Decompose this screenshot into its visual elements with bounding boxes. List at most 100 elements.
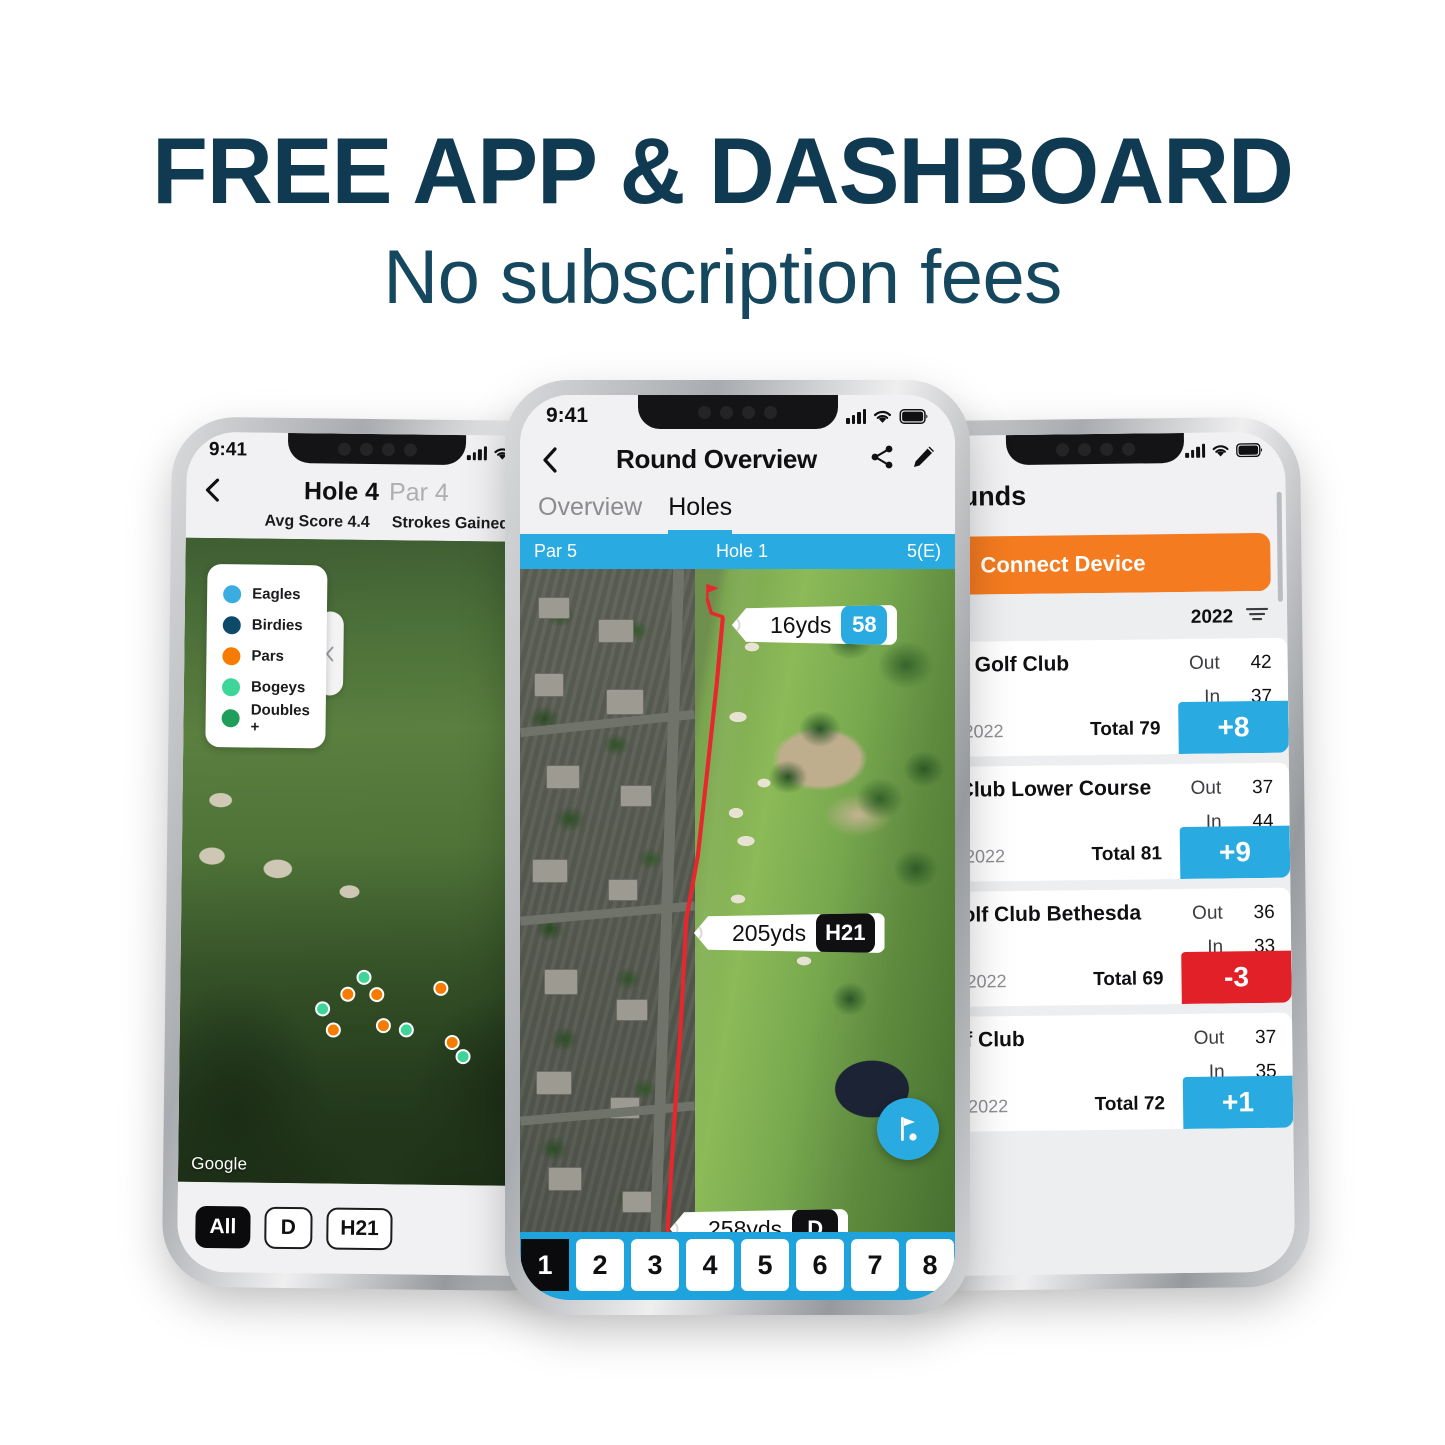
shot-dot[interactable] [433,980,449,996]
score-legend: Eagles Birdies Pars Bogeys Doubles + [205,563,328,749]
out-value: 37 [1251,776,1274,799]
notch-sensor-dot [1077,442,1091,456]
legend-item: Doubles + [221,701,311,736]
legend-item: Birdies [222,609,311,641]
notch-sensor-dot [1121,442,1135,456]
wifi-icon [1211,443,1230,457]
out-value: 36 [1253,901,1275,924]
out-label: Out [1193,1027,1225,1049]
club-badge: H21 [816,913,875,953]
round-total: Total 69 [1093,968,1164,991]
notch-sensor-dot [742,405,755,419]
shot-dot[interactable] [315,1001,331,1017]
shot-dot[interactable] [325,1022,341,1038]
notch [287,432,467,466]
club-filter-chip[interactable]: D [264,1206,313,1250]
round-stat: Out 37 [1194,1027,1277,1050]
club-filter-chip[interactable]: H21 [326,1207,394,1251]
hole-selector-strip: 12345678 [520,1232,955,1300]
shot-label[interactable]: 205yds H21 [694,913,885,953]
legend-item-label: Bogeys [250,678,306,697]
round-score-badge: +9 [1179,825,1291,880]
round-stat: Out 36 [1192,902,1275,925]
golf-flag-fab-button[interactable] [877,1098,939,1160]
hole-satellite-map[interactable]: 16yds 58 205yds H21 258yds D [520,569,955,1232]
notch-sensor-dot [1055,442,1069,457]
phone-center-round-overview: 9:41 Round Overview Overview Holes Par 5… [505,380,970,1315]
headline-block: FREE APP & DASHBOARD No subscription fee… [0,124,1445,316]
tab-overview[interactable]: Overview [538,493,642,534]
connect-device-label: Connect Device [980,550,1146,578]
year-filter-label[interactable]: 2022 [1191,606,1234,629]
connect-device-button[interactable]: Connect Device [922,532,1271,596]
legend-item-label: Doubles + [250,701,311,736]
shot-dot[interactable] [444,1034,460,1051]
club-badge: D [792,1209,839,1232]
page-title: FREE APP & DASHBOARD [152,118,1294,223]
out-label: Out [1188,652,1220,674]
hole-score: 5(E) [906,541,941,561]
out-value: 37 [1254,1026,1277,1049]
promo-graphic: FREE APP & DASHBOARD No subscription fee… [0,0,1445,1445]
round-total: Total 72 [1094,1093,1166,1116]
residential-area [520,569,695,1232]
round-stat: Out 42 [1189,652,1272,675]
legend-item: Eagles [223,578,311,610]
back-button[interactable] [538,446,564,473]
out-label: Out [1190,777,1222,799]
shot-dot[interactable] [340,986,356,1002]
page-subtitle: No subscription fees [383,235,1062,320]
hole-tab[interactable]: 5 [741,1239,789,1291]
shot-dot[interactable] [455,1049,471,1065]
legend-color-dot [223,584,242,603]
shot-label[interactable]: 16yds 58 [732,605,898,645]
status-time: 9:41 [208,438,248,461]
hole-tab[interactable]: 8 [906,1239,954,1291]
status-icons [1185,443,1263,458]
notch [1005,432,1185,466]
notch-sensor-dot [698,405,711,419]
share-icon[interactable] [869,444,895,475]
hole-tab[interactable]: 3 [631,1239,679,1291]
shot-distance: 16yds [770,611,832,638]
shot-dot[interactable] [356,969,372,986]
notch-sensor-dot [1099,442,1113,456]
round-nav-bar: Round Overview [520,437,955,489]
map-attribution: Google [191,1153,248,1174]
tab-holes[interactable]: Holes [668,493,733,534]
hole-tab[interactable]: 2 [576,1239,624,1291]
club-filter-chip[interactable]: All [195,1205,251,1249]
hole-tab[interactable]: 7 [851,1239,899,1291]
notch [637,395,838,429]
legend-item: Pars [222,640,310,672]
round-total: Total 79 [1089,718,1161,741]
notch-sensor-dot [337,442,351,456]
hole-label: Hole 4 [303,476,380,506]
legend-item: Bogeys [221,671,310,703]
status-time: 9:41 [546,404,589,427]
back-button[interactable] [200,477,226,503]
legend-color-dot [222,615,241,634]
legend-item-label: Pars [251,647,285,665]
notch-sensor-dot [720,405,733,419]
cellular-signal-icon [466,446,487,461]
shot-dot[interactable] [369,986,385,1003]
pencil-icon[interactable] [911,444,937,475]
hole-tab[interactable]: 4 [686,1239,734,1291]
notch-sensor-dot [359,442,373,456]
round-score-badge: -3 [1181,950,1292,1005]
legend-color-dot [221,708,240,727]
page-title: Rounds [925,480,1027,513]
hole-tab[interactable]: 6 [796,1239,844,1291]
hole-tab[interactable]: 1 [521,1239,569,1291]
golf-flag-icon [901,1117,917,1141]
club-badge: 58 [841,605,888,645]
shot-dot[interactable] [398,1022,414,1038]
shot-label[interactable]: 258yds D [670,1209,849,1232]
legend-color-dot [222,646,241,665]
shot-dot[interactable] [375,1018,391,1034]
battery-icon [899,408,929,424]
filter-icon[interactable] [1245,605,1269,628]
round-score-badge: +8 [1178,700,1289,755]
page-title: Round Overview [616,443,817,474]
